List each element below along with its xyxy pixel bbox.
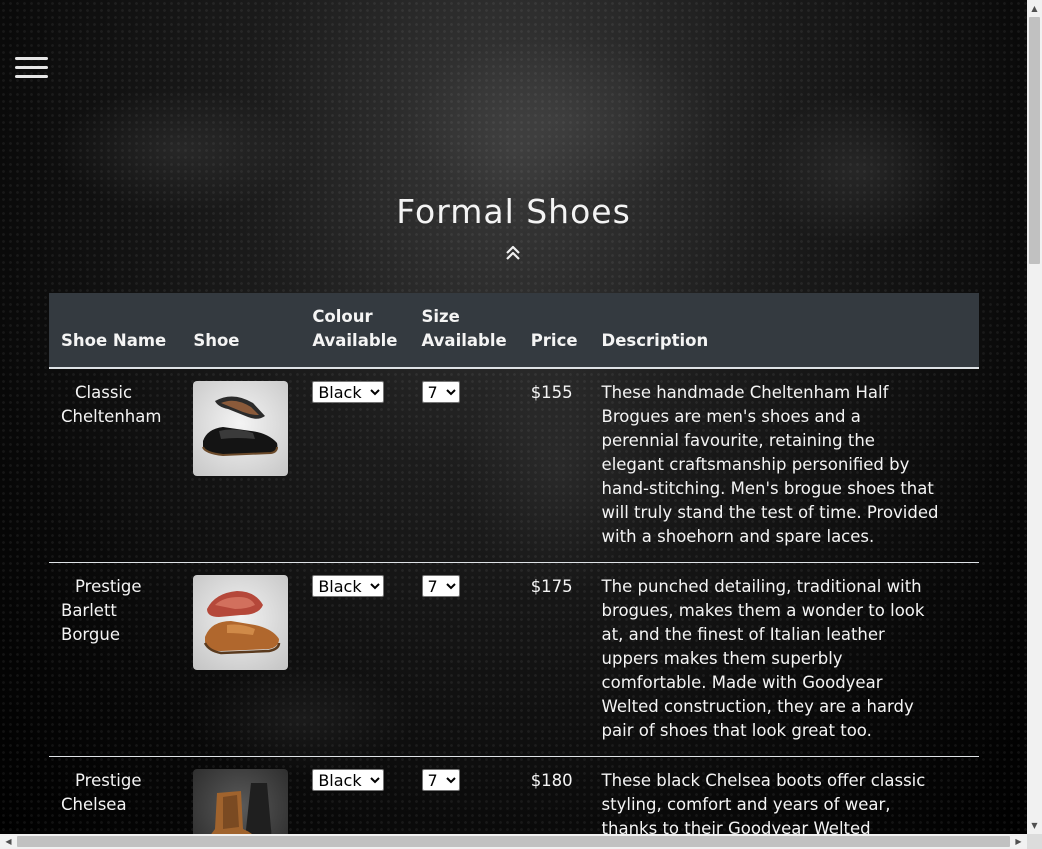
scroll-right-arrow-icon[interactable]: ▶ (1010, 834, 1027, 849)
shoe-name: Prestige Barlett Borgue (61, 577, 142, 644)
vertical-scrollbar[interactable]: ▲ ▼ (1027, 0, 1042, 834)
table-row: Prestige Chelsea Black 7 $180 These blac… (49, 756, 979, 834)
header-size: Size Available (409, 293, 519, 369)
horizontal-scrollbar[interactable]: ◀ ▶ (0, 834, 1027, 849)
colour-select[interactable]: Black (312, 575, 385, 597)
page-title: Formal Shoes (396, 192, 631, 231)
shoe-name: Classic Cheltenham (61, 383, 162, 426)
scroll-up-arrow-icon[interactable]: ▲ (1027, 0, 1042, 17)
vertical-scrollbar-thumb[interactable] (1029, 17, 1040, 264)
size-select[interactable]: 7 (421, 575, 460, 597)
scroll-down-arrow-icon[interactable]: ▼ (1027, 817, 1042, 834)
shoe-description: The punched detailing, traditional with … (589, 562, 979, 757)
horizontal-scrollbar-thumb[interactable] (17, 836, 1010, 847)
hamburger-menu-icon[interactable] (15, 57, 48, 81)
size-select[interactable]: 7 (421, 769, 460, 791)
shoe-description: These handmade Cheltenham Half Brogues a… (589, 368, 979, 563)
shoe-name: Prestige Chelsea (61, 771, 142, 814)
scroll-left-arrow-icon[interactable]: ◀ (0, 834, 17, 849)
header-price: Price (518, 293, 590, 369)
shoe-image (193, 769, 289, 834)
page-viewport: Formal Shoes Shoe Name Shoe Colour Avail… (0, 0, 1027, 834)
shoe-price: $175 (518, 562, 590, 757)
colour-select[interactable]: Black (312, 769, 385, 791)
table-row: Classic Cheltenham Black 7 $155 These ha… (49, 368, 979, 563)
shoe-price: $155 (518, 368, 590, 563)
shoe-description: These black Chelsea boots offer classic … (589, 756, 979, 834)
shoe-price: $180 (518, 756, 590, 834)
size-select[interactable]: 7 (421, 381, 460, 403)
shoe-image (193, 575, 289, 670)
double-chevron-up-icon[interactable] (504, 244, 522, 262)
colour-select[interactable]: Black (312, 381, 385, 403)
shoe-image (193, 381, 289, 476)
table-header-row: Shoe Name Shoe Colour Available Size Ava… (49, 293, 979, 369)
header-shoe-name: Shoe Name (49, 293, 182, 369)
header-shoe: Shoe (181, 293, 301, 369)
table-row: Prestige Barlett Borgue Black 7 $175 The… (49, 562, 979, 757)
shoes-table: Shoe Name Shoe Colour Available Size Ava… (49, 293, 979, 834)
scrollbar-corner (1027, 834, 1042, 849)
header-colour: Colour Available (300, 293, 410, 369)
header-description: Description (589, 293, 979, 369)
